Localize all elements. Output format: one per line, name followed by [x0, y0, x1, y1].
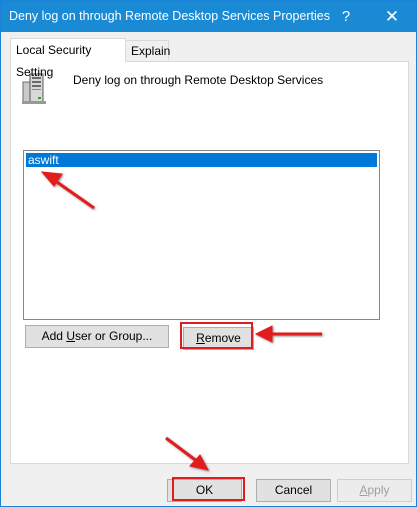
policy-title: Deny log on through Remote Desktop Servi…: [73, 73, 324, 87]
title-bar: Deny log on through Remote Desktop Servi…: [1, 1, 416, 32]
close-button[interactable]: ✕: [369, 1, 415, 32]
tab-local-security-setting[interactable]: Local Security Setting: [10, 38, 126, 79]
tab-explain[interactable]: Explain: [125, 40, 170, 60]
apply-label-suffix: pply: [367, 483, 390, 497]
apply-button[interactable]: Apply: [337, 479, 412, 502]
ok-highlight-box: [172, 477, 245, 501]
add-label-suffix: ser or Group...: [74, 329, 153, 343]
cancel-button[interactable]: Cancel: [256, 479, 331, 502]
window-title: Deny log on through Remote Desktop Servi…: [9, 9, 330, 23]
tab-strip: Local Security Setting Explain: [1, 32, 416, 79]
tab-panel: Deny log on through Remote Desktop Servi…: [10, 61, 409, 464]
add-label-accel: U: [66, 329, 75, 343]
list-item[interactable]: aswift: [26, 153, 377, 167]
users-listbox[interactable]: aswift: [23, 150, 380, 320]
remove-highlight-box: [180, 322, 253, 349]
add-label-prefix: Add: [41, 329, 67, 343]
add-user-or-group-button[interactable]: Add User or Group...: [25, 325, 169, 348]
apply-label-accel: A: [359, 483, 368, 497]
help-button[interactable]: ?: [323, 1, 369, 32]
properties-dialog: Deny log on through Remote Desktop Servi…: [0, 0, 417, 507]
